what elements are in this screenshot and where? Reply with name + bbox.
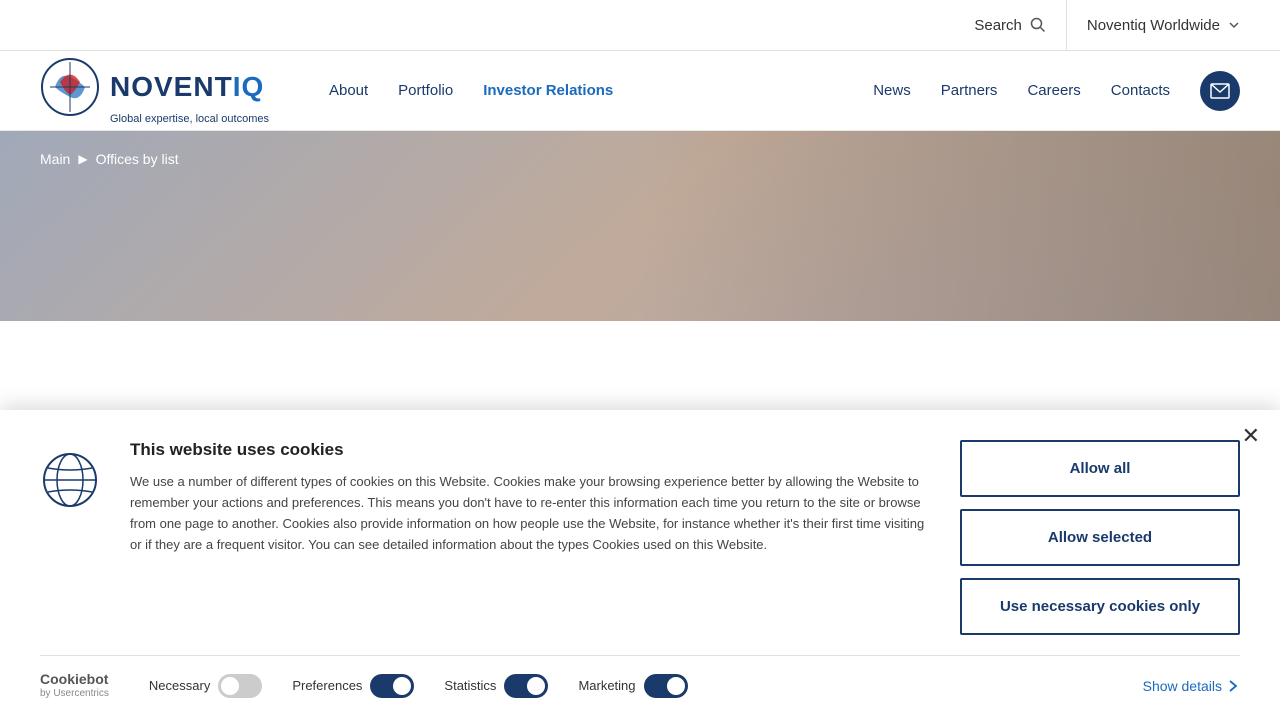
top-bar: Search Noventiq Worldwide: [0, 0, 1280, 51]
necessary-toggle-knob: [221, 677, 239, 695]
nav-investor-relations[interactable]: Investor Relations: [483, 82, 613, 99]
statistics-toggle-group: Statistics: [444, 674, 548, 698]
logo-name: NOVENTIQ: [110, 71, 264, 103]
nav-links: About Portfolio Investor Relations: [329, 82, 873, 99]
cookie-title: This website uses cookies: [130, 440, 930, 460]
search-button[interactable]: Search: [954, 0, 1067, 50]
breadcrumb-current: Offices by list: [96, 151, 179, 167]
nav-about[interactable]: About: [329, 82, 368, 99]
show-details-label: Show details: [1143, 678, 1222, 694]
cookiebot-brand: Cookiebot: [40, 671, 109, 688]
marketing-toggle-group: Marketing: [578, 674, 687, 698]
cookiebot-logo: Cookiebot by Usercentrics: [40, 671, 109, 700]
necessary-label: Necessary: [149, 678, 210, 693]
logo[interactable]: NOVENTIQ Global expertise, local outcome…: [40, 57, 269, 125]
statistics-toggle-knob: [527, 677, 545, 695]
search-icon: [1030, 17, 1046, 33]
cookie-banner-top: This website uses cookies We use a numbe…: [40, 440, 1240, 635]
cookie-description: We use a number of different types of co…: [130, 472, 930, 555]
chevron-down-icon: [1228, 19, 1240, 31]
region-selector[interactable]: Noventiq Worldwide: [1067, 0, 1260, 50]
region-label: Noventiq Worldwide: [1087, 17, 1220, 34]
email-icon: [1210, 83, 1230, 99]
marketing-toggle-knob: [667, 677, 685, 695]
show-details-link[interactable]: Show details: [1143, 678, 1240, 694]
cookie-close-button[interactable]: ✕: [1242, 425, 1260, 447]
marketing-toggle[interactable]: [644, 674, 688, 698]
logo-icon: [40, 57, 100, 117]
nav-right: News Partners Careers Contacts: [873, 71, 1240, 111]
email-button[interactable]: [1200, 71, 1240, 111]
allow-all-button[interactable]: Allow all: [960, 440, 1240, 497]
main-nav: NOVENTIQ Global expertise, local outcome…: [0, 51, 1280, 131]
statistics-toggle[interactable]: [504, 674, 548, 698]
breadcrumb-main[interactable]: Main: [40, 151, 70, 167]
necessary-toggle-group: Necessary: [149, 674, 262, 698]
preferences-label: Preferences: [292, 678, 362, 693]
nav-contacts[interactable]: Contacts: [1111, 82, 1170, 99]
statistics-label: Statistics: [444, 678, 496, 693]
cookie-globe-icon: [40, 450, 100, 515]
chevron-right-icon: [1226, 679, 1240, 693]
cookie-buttons: Allow all Allow selected Use necessary c…: [960, 440, 1240, 635]
necessary-only-button[interactable]: Use necessary cookies only: [960, 578, 1240, 635]
nav-careers[interactable]: Careers: [1027, 82, 1080, 99]
breadcrumb: Main ▶ Offices by list: [40, 151, 179, 167]
cookie-divider: [40, 655, 1240, 656]
nav-partners[interactable]: Partners: [941, 82, 998, 99]
cookiebot-sub: by Usercentrics: [40, 688, 109, 700]
preferences-toggle[interactable]: [370, 674, 414, 698]
cookie-footer: Cookiebot by Usercentrics Necessary Pref…: [40, 671, 1240, 700]
nav-news[interactable]: News: [873, 82, 911, 99]
allow-selected-button[interactable]: Allow selected: [960, 509, 1240, 566]
cookie-banner: ✕ This website uses cookies We use a num…: [0, 410, 1280, 720]
search-label: Search: [974, 17, 1022, 34]
hero-image: [640, 131, 1280, 321]
preferences-toggle-group: Preferences: [292, 674, 414, 698]
marketing-label: Marketing: [578, 678, 635, 693]
hero-section: Main ▶ Offices by list: [0, 131, 1280, 321]
cookie-content: This website uses cookies We use a numbe…: [130, 440, 930, 555]
breadcrumb-separator: ▶: [78, 152, 87, 166]
preferences-toggle-knob: [393, 677, 411, 695]
necessary-toggle[interactable]: [218, 674, 262, 698]
nav-portfolio[interactable]: Portfolio: [398, 82, 453, 99]
logo-tagline: Global expertise, local outcomes: [110, 113, 269, 125]
